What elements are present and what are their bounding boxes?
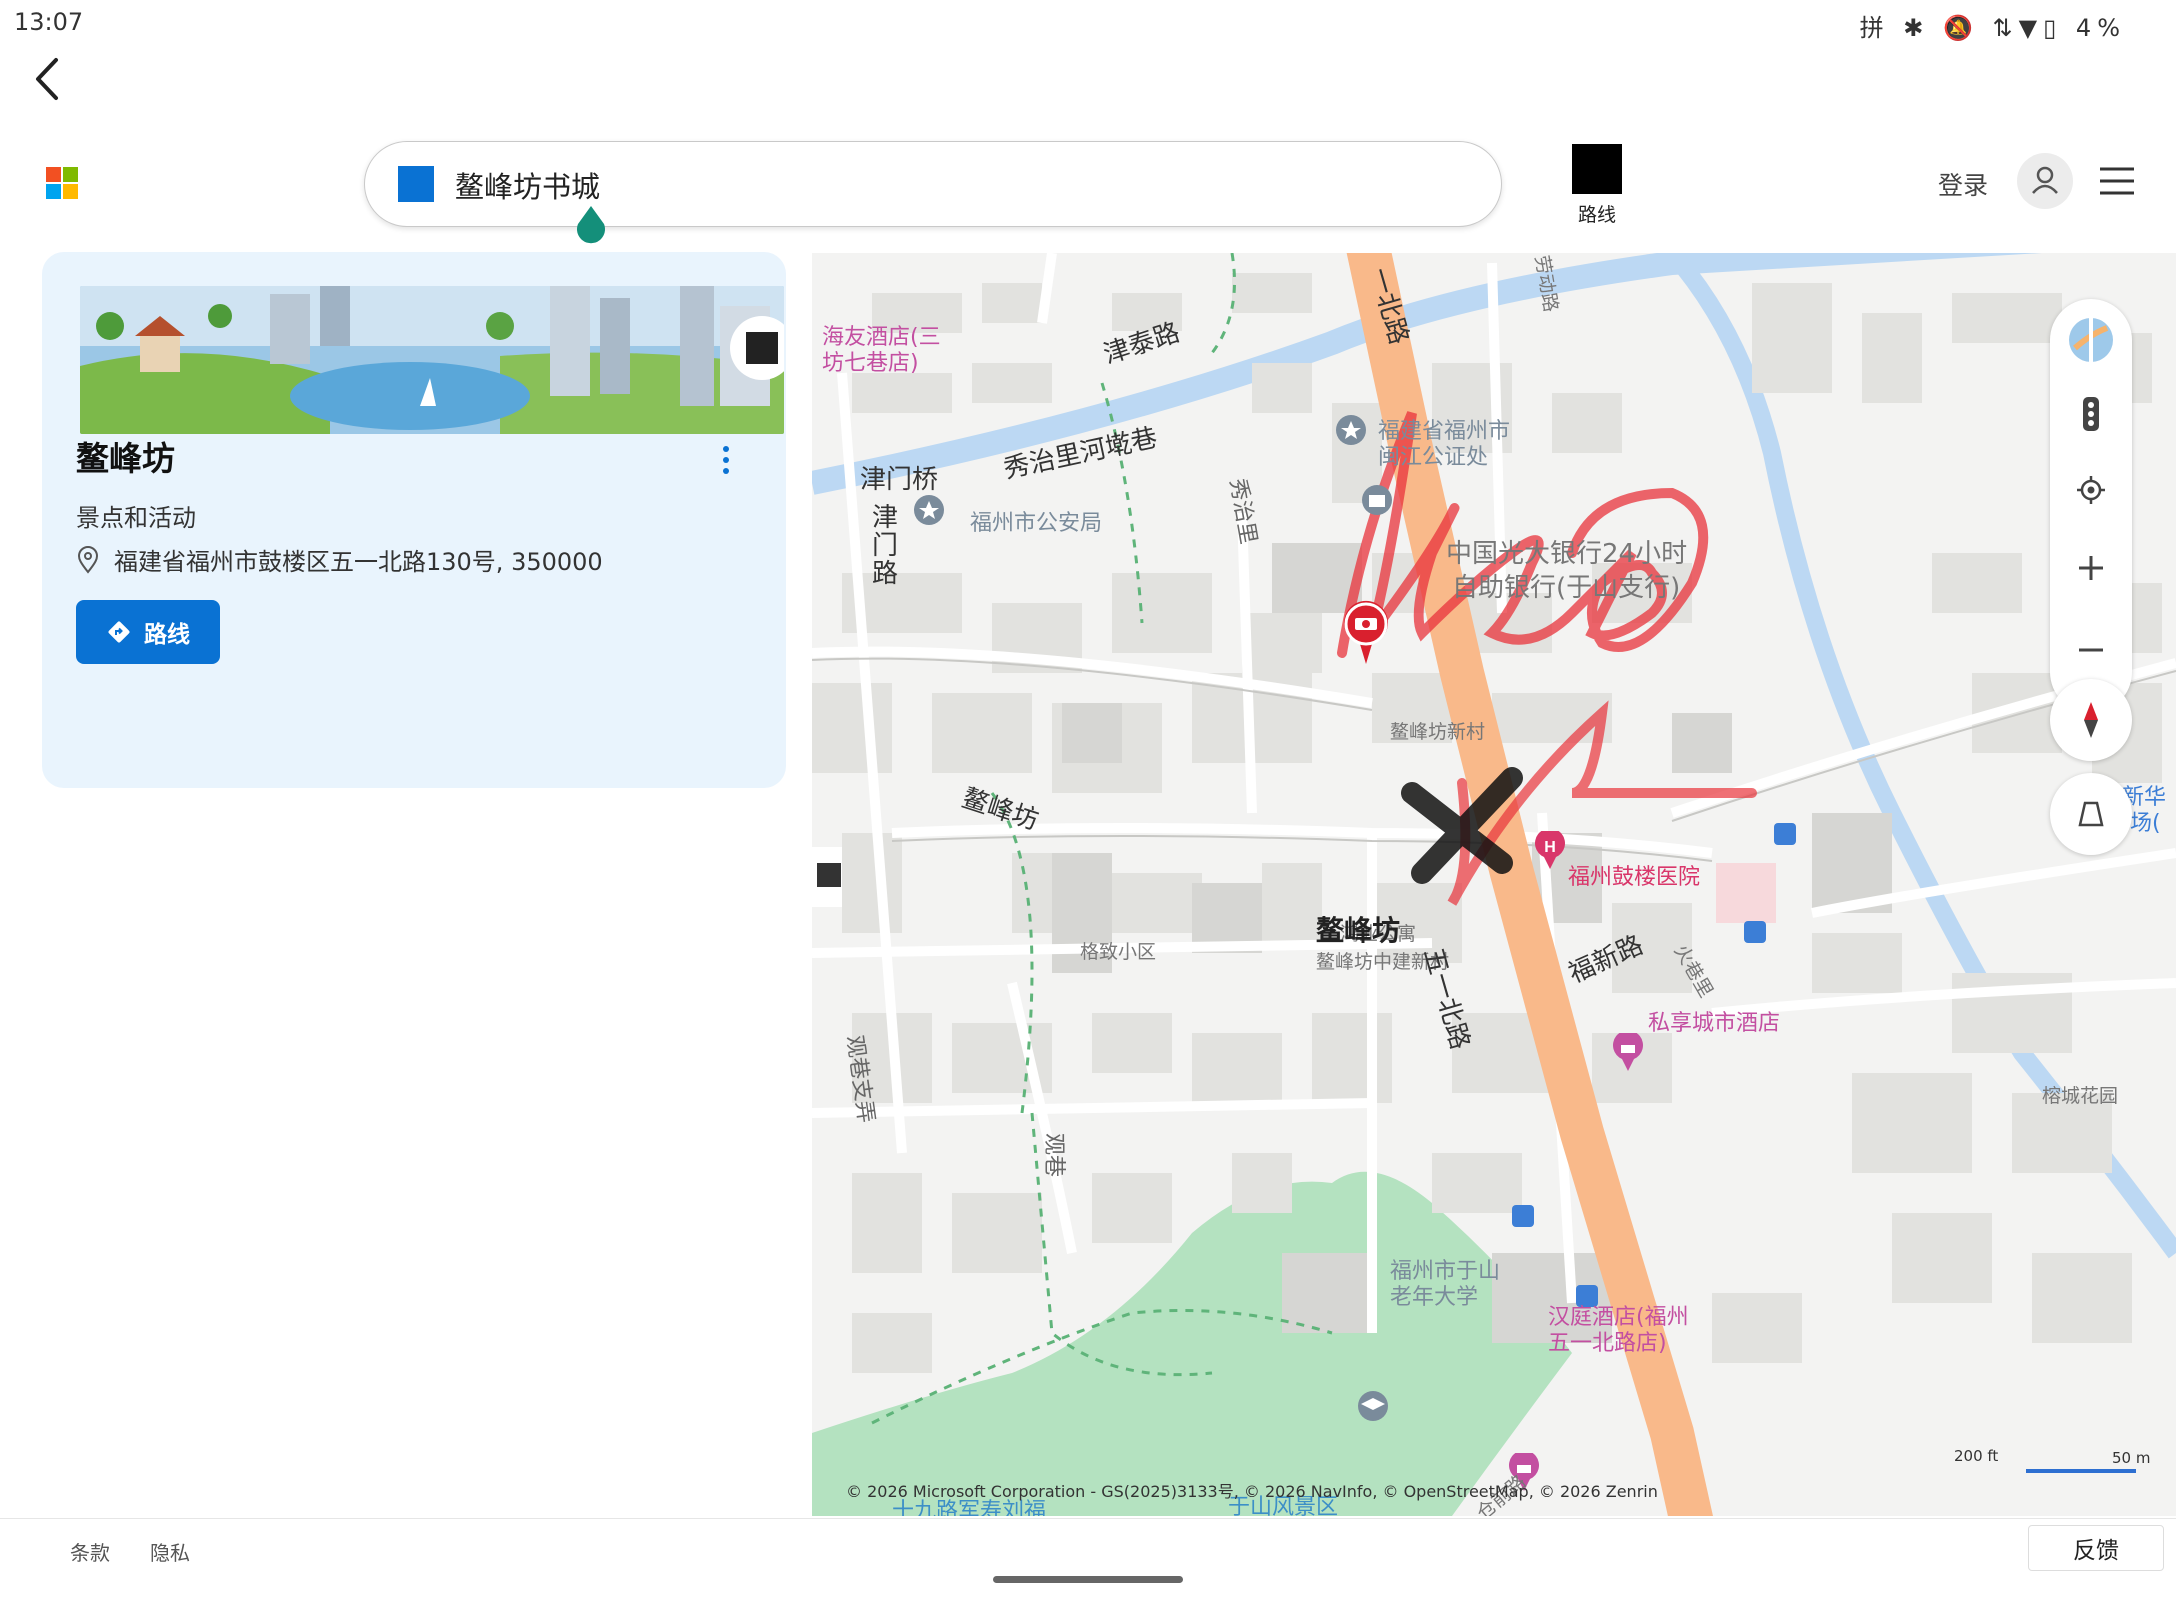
status-time: 13:07 bbox=[14, 8, 84, 36]
microsoft-logo[interactable] bbox=[46, 167, 78, 199]
feedback-button[interactable]: 反馈 bbox=[2028, 1525, 2164, 1571]
place-title: 鳌峰坊 bbox=[76, 439, 175, 478]
place-category: 景点和活动 bbox=[76, 504, 196, 532]
selected-place-label[interactable]: 鳌峰坊 bbox=[1316, 909, 1400, 949]
locate-icon bbox=[2077, 476, 2105, 504]
map-controls-group bbox=[2050, 299, 2132, 713]
map-style-button[interactable] bbox=[2050, 305, 2132, 375]
map-label: 津门桥 bbox=[860, 465, 939, 495]
place-address: 福建省福州市鼓楼区五一北路130号, 350000 bbox=[114, 548, 603, 576]
scale-bar bbox=[2026, 1469, 2136, 1473]
police-icon[interactable] bbox=[912, 493, 946, 533]
zoom-in-button[interactable] bbox=[2050, 533, 2132, 603]
map-attribution: © 2026 Microsoft Corporation - GS(2025)3… bbox=[846, 1482, 1658, 1501]
scale-bar-m: 50 m bbox=[2112, 1449, 2151, 1467]
map-label: 路 bbox=[872, 559, 899, 589]
avatar[interactable] bbox=[2017, 153, 2073, 209]
map-label: 格致小区 bbox=[1080, 941, 1157, 963]
more-options-icon[interactable] bbox=[714, 440, 738, 480]
directions-diamond-icon bbox=[108, 621, 130, 643]
text-cursor-handle-icon[interactable] bbox=[574, 204, 608, 244]
tilt-3d-icon bbox=[2078, 801, 2104, 827]
footer: 条款 隐私 反馈 bbox=[0, 1518, 2176, 1600]
person-icon bbox=[2032, 166, 2058, 194]
map-label: 鳌峰坊新村 bbox=[1390, 721, 1486, 743]
privacy-link[interactable]: 隐私 bbox=[150, 1537, 190, 1566]
map-side-toggle-button[interactable] bbox=[812, 847, 842, 907]
terms-link[interactable]: 条款 bbox=[70, 1537, 110, 1566]
map-label: 榕城花园 bbox=[2042, 1085, 2119, 1107]
directions-top-label: 路线 bbox=[1577, 204, 1616, 226]
status-icons: 拼 ✱ 🔕 ⇅▼▯ 4% bbox=[1859, 14, 2126, 42]
map-label[interactable]: 自助银行(于山支行) bbox=[1452, 567, 1680, 604]
traffic-light-icon bbox=[2083, 397, 2099, 431]
map-label[interactable]: 私享城市酒店 bbox=[1648, 1005, 1780, 1037]
hospital-icon[interactable]: H bbox=[1534, 831, 1566, 871]
compass-button[interactable] bbox=[2050, 679, 2132, 761]
hotel-icon[interactable] bbox=[1612, 1033, 1644, 1073]
tilt-view-button[interactable] bbox=[2050, 773, 2132, 855]
selected-place-pin-icon[interactable] bbox=[1340, 598, 1392, 668]
bus-stop-icon[interactable] bbox=[1774, 823, 1796, 845]
home-indicator[interactable] bbox=[993, 1576, 1183, 1583]
map-label: 观巷 bbox=[1041, 1133, 1066, 1178]
search-bar[interactable]: 鳌峰坊书城 bbox=[364, 141, 1502, 227]
traffic-button[interactable] bbox=[2050, 379, 2132, 449]
hamburger-menu-icon[interactable] bbox=[2098, 166, 2136, 196]
map-label[interactable]: 坊七巷店) bbox=[822, 345, 919, 377]
image-overlay-icon bbox=[746, 332, 778, 364]
place-image[interactable] bbox=[80, 286, 784, 434]
map-label[interactable]: 福州鼓楼医院 bbox=[1568, 859, 1700, 891]
place-card: 鳌峰坊 景点和活动 福建省福州市鼓楼区五一北路130号, 350000 路线 bbox=[42, 252, 786, 788]
zoom-out-button[interactable] bbox=[2050, 615, 2132, 685]
map-side-toggle-icon bbox=[817, 863, 841, 887]
bus-stop-icon[interactable] bbox=[1744, 921, 1766, 943]
bank-icon[interactable] bbox=[1360, 483, 1394, 523]
locate-me-button[interactable] bbox=[2050, 455, 2132, 525]
search-input[interactable]: 鳌峰坊书城 bbox=[455, 164, 600, 206]
svg-text:H: H bbox=[1544, 839, 1556, 856]
map-canvas[interactable]: H 海友酒店(三 坊七巷店) 津泰路 津门桥 秀治里河墘巷 津 门 路 福州市公… bbox=[812, 253, 2176, 1516]
plus-icon bbox=[2079, 556, 2103, 580]
minus-icon bbox=[2079, 648, 2103, 652]
map-label[interactable]: 福州市公安局 bbox=[970, 505, 1102, 537]
directions-button[interactable]: 路线 bbox=[76, 600, 220, 664]
map-label[interactable]: 闽江公证处 bbox=[1378, 439, 1488, 471]
map-label[interactable]: 中国光大银行24小时 bbox=[1446, 533, 1687, 570]
back-arrow-icon[interactable] bbox=[28, 54, 68, 104]
place-address-row: 福建省福州市鼓楼区五一北路130号, 350000 bbox=[76, 542, 603, 577]
login-button[interactable]: 登录 bbox=[1938, 166, 1988, 202]
directions-button-label: 路线 bbox=[144, 622, 190, 648]
notary-icon[interactable] bbox=[1334, 413, 1368, 453]
directions-icon bbox=[1572, 144, 1622, 194]
school-icon[interactable] bbox=[1356, 1389, 1390, 1429]
directions-top-button[interactable]: 路线 bbox=[1572, 144, 1622, 227]
bus-stop-icon[interactable] bbox=[1512, 1205, 1534, 1227]
map-label[interactable]: 老年大学 bbox=[1390, 1279, 1478, 1311]
search-provider-icon bbox=[398, 166, 434, 202]
map-label[interactable]: 五一北路店) bbox=[1548, 1325, 1667, 1357]
status-bar: 13:07 拼 ✱ 🔕 ⇅▼▯ 4% bbox=[0, 0, 2176, 44]
compass-icon bbox=[2084, 702, 2098, 738]
location-pin-icon bbox=[77, 545, 99, 574]
scale-bar-ft: 200 ft bbox=[1954, 1447, 1999, 1465]
map-style-icon bbox=[2069, 318, 2113, 362]
